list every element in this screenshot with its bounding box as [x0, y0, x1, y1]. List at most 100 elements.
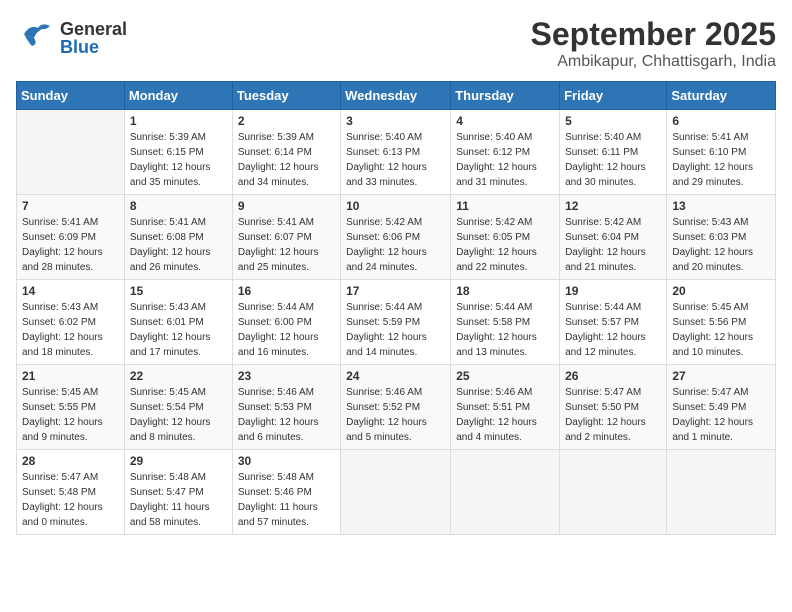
day-info: Sunrise: 5:39 AMSunset: 6:14 PMDaylight:… — [238, 130, 335, 190]
day-number: 26 — [565, 369, 661, 383]
day-info: Sunrise: 5:41 AMSunset: 6:07 PMDaylight:… — [238, 215, 335, 275]
day-info: Sunrise: 5:41 AMSunset: 6:09 PMDaylight:… — [22, 215, 119, 275]
day-info: Sunrise: 5:46 AMSunset: 5:52 PMDaylight:… — [346, 385, 445, 445]
logo: General Blue — [16, 16, 127, 59]
day-number: 8 — [130, 199, 227, 213]
day-info: Sunrise: 5:45 AMSunset: 5:56 PMDaylight:… — [672, 300, 770, 360]
calendar-cell: 6 Sunrise: 5:41 AMSunset: 6:10 PMDaylight… — [667, 110, 776, 195]
day-number: 28 — [22, 454, 119, 468]
week-row-4: 21 Sunrise: 5:45 AMSunset: 5:55 PMDayligh… — [17, 365, 776, 450]
day-info: Sunrise: 5:47 AMSunset: 5:50 PMDaylight:… — [565, 385, 661, 445]
day-number: 12 — [565, 199, 661, 213]
day-info: Sunrise: 5:46 AMSunset: 5:51 PMDaylight:… — [456, 385, 554, 445]
calendar-cell: 7 Sunrise: 5:41 AMSunset: 6:09 PMDaylight… — [17, 195, 125, 280]
calendar-cell — [451, 450, 560, 535]
calendar-cell: 25Sunrise: 5:46 AMSunset: 5:51 PMDayligh… — [451, 365, 560, 450]
day-info: Sunrise: 5:43 AMSunset: 6:02 PMDaylight:… — [22, 300, 119, 360]
day-number: 7 — [22, 199, 119, 213]
calendar-cell: 1 Sunrise: 5:39 AMSunset: 6:15 PMDaylight… — [124, 110, 232, 195]
day-number: 9 — [238, 199, 335, 213]
day-info: Sunrise: 5:43 AMSunset: 6:03 PMDaylight:… — [672, 215, 770, 275]
calendar-cell: 5 Sunrise: 5:40 AMSunset: 6:11 PMDaylight… — [560, 110, 667, 195]
logo-blue-text: Blue — [60, 38, 127, 56]
calendar-cell: 29Sunrise: 5:48 AMSunset: 5:47 PMDayligh… — [124, 450, 232, 535]
calendar-table: SundayMondayTuesdayWednesdayThursdayFrid… — [16, 81, 776, 535]
calendar-cell: 3 Sunrise: 5:40 AMSunset: 6:13 PMDaylight… — [341, 110, 451, 195]
day-info: Sunrise: 5:41 AMSunset: 6:10 PMDaylight:… — [672, 130, 770, 190]
day-info: Sunrise: 5:40 AMSunset: 6:13 PMDaylight:… — [346, 130, 445, 190]
calendar-cell: 24 Sunrise: 5:46 AMSunset: 5:52 PMDayligh… — [341, 365, 451, 450]
weekday-header-wednesday: Wednesday — [341, 82, 451, 110]
weekday-header-friday: Friday — [560, 82, 667, 110]
calendar-cell: 22 Sunrise: 5:45 AMSunset: 5:54 PMDayligh… — [124, 365, 232, 450]
day-number: 20 — [672, 284, 770, 298]
month-title: September 2025 — [531, 16, 776, 53]
day-info: Sunrise: 5:39 AMSunset: 6:15 PMDaylight:… — [130, 130, 227, 190]
day-number: 16 — [238, 284, 335, 298]
day-info: Sunrise: 5:45 AMSunset: 5:55 PMDaylight:… — [22, 385, 119, 445]
weekday-header-row: SundayMondayTuesdayWednesdayThursdayFrid… — [17, 82, 776, 110]
weekday-header-monday: Monday — [124, 82, 232, 110]
day-number: 17 — [346, 284, 445, 298]
day-number: 27 — [672, 369, 770, 383]
day-info: Sunrise: 5:40 AMSunset: 6:12 PMDaylight:… — [456, 130, 554, 190]
day-number: 15 — [130, 284, 227, 298]
day-number: 10 — [346, 199, 445, 213]
day-number: 4 — [456, 114, 554, 128]
calendar-cell: 8Sunrise: 5:41 AMSunset: 6:08 PMDaylight… — [124, 195, 232, 280]
day-info: Sunrise: 5:44 AMSunset: 6:00 PMDaylight:… — [238, 300, 335, 360]
logo-general-text: General — [60, 20, 127, 38]
weekday-header-sunday: Sunday — [17, 82, 125, 110]
day-info: Sunrise: 5:47 AMSunset: 5:48 PMDaylight:… — [22, 470, 119, 530]
day-info: Sunrise: 5:42 AMSunset: 6:05 PMDaylight:… — [456, 215, 554, 275]
calendar-cell: 11 Sunrise: 5:42 AMSunset: 6:05 PMDayligh… — [451, 195, 560, 280]
weekday-header-thursday: Thursday — [451, 82, 560, 110]
week-row-1: 1 Sunrise: 5:39 AMSunset: 6:15 PMDaylight… — [17, 110, 776, 195]
day-info: Sunrise: 5:48 AMSunset: 5:47 PMDaylight:… — [130, 470, 227, 530]
day-number: 24 — [346, 369, 445, 383]
calendar-cell: 9 Sunrise: 5:41 AMSunset: 6:07 PMDaylight… — [232, 195, 340, 280]
weekday-header-saturday: Saturday — [667, 82, 776, 110]
week-row-5: 28 Sunrise: 5:47 AMSunset: 5:48 PMDayligh… — [17, 450, 776, 535]
calendar-cell: 12 Sunrise: 5:42 AMSunset: 6:04 PMDayligh… — [560, 195, 667, 280]
day-number: 3 — [346, 114, 445, 128]
day-number: 11 — [456, 199, 554, 213]
day-number: 22 — [130, 369, 227, 383]
day-info: Sunrise: 5:46 AMSunset: 5:53 PMDaylight:… — [238, 385, 335, 445]
location-title: Ambikapur, Chhattisgarh, India — [531, 53, 776, 71]
calendar-cell — [17, 110, 125, 195]
logo-icon — [16, 16, 56, 59]
calendar-cell: 27 Sunrise: 5:47 AMSunset: 5:49 PMDayligh… — [667, 365, 776, 450]
day-number: 1 — [130, 114, 227, 128]
day-number: 6 — [672, 114, 770, 128]
calendar-cell: 4 Sunrise: 5:40 AMSunset: 6:12 PMDaylight… — [451, 110, 560, 195]
calendar-cell — [341, 450, 451, 535]
logo-words: General Blue — [60, 20, 127, 56]
day-number: 19 — [565, 284, 661, 298]
day-number: 5 — [565, 114, 661, 128]
day-number: 23 — [238, 369, 335, 383]
calendar-cell — [667, 450, 776, 535]
day-number: 30 — [238, 454, 335, 468]
day-info: Sunrise: 5:42 AMSunset: 6:06 PMDaylight:… — [346, 215, 445, 275]
page-header: General Blue September 2025 Ambikapur, C… — [16, 16, 776, 71]
day-number: 13 — [672, 199, 770, 213]
calendar-cell: 18 Sunrise: 5:44 AMSunset: 5:58 PMDayligh… — [451, 280, 560, 365]
calendar-cell: 23 Sunrise: 5:46 AMSunset: 5:53 PMDayligh… — [232, 365, 340, 450]
day-number: 18 — [456, 284, 554, 298]
calendar-cell: 30Sunrise: 5:48 AMSunset: 5:46 PMDayligh… — [232, 450, 340, 535]
week-row-2: 7 Sunrise: 5:41 AMSunset: 6:09 PMDaylight… — [17, 195, 776, 280]
day-info: Sunrise: 5:44 AMSunset: 5:58 PMDaylight:… — [456, 300, 554, 360]
day-number: 14 — [22, 284, 119, 298]
day-info: Sunrise: 5:47 AMSunset: 5:49 PMDaylight:… — [672, 385, 770, 445]
day-info: Sunrise: 5:45 AMSunset: 5:54 PMDaylight:… — [130, 385, 227, 445]
calendar-cell: 14 Sunrise: 5:43 AMSunset: 6:02 PMDayligh… — [17, 280, 125, 365]
day-info: Sunrise: 5:40 AMSunset: 6:11 PMDaylight:… — [565, 130, 661, 190]
calendar-cell: 28 Sunrise: 5:47 AMSunset: 5:48 PMDayligh… — [17, 450, 125, 535]
calendar-cell: 21 Sunrise: 5:45 AMSunset: 5:55 PMDayligh… — [17, 365, 125, 450]
calendar-cell: 10 Sunrise: 5:42 AMSunset: 6:06 PMDayligh… — [341, 195, 451, 280]
calendar-cell: 17Sunrise: 5:44 AMSunset: 5:59 PMDayligh… — [341, 280, 451, 365]
day-info: Sunrise: 5:42 AMSunset: 6:04 PMDaylight:… — [565, 215, 661, 275]
calendar-cell: 19Sunrise: 5:44 AMSunset: 5:57 PMDayligh… — [560, 280, 667, 365]
day-number: 21 — [22, 369, 119, 383]
